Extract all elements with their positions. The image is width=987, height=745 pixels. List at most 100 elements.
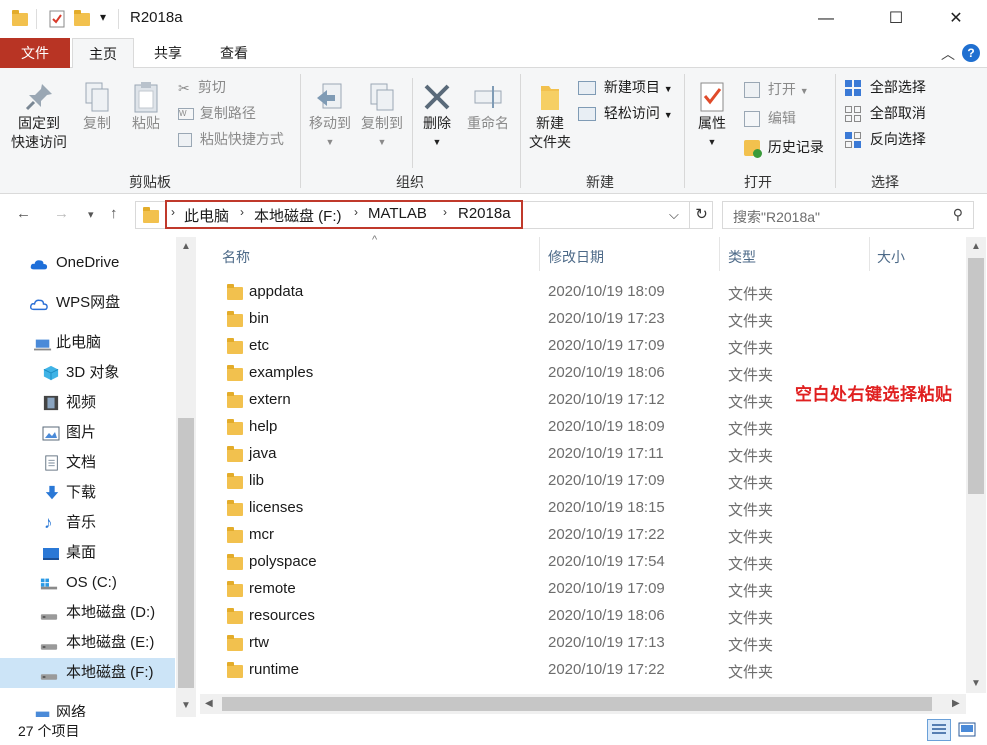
scroll-up-arrow-icon[interactable]: ▲ [181,241,191,252]
new-folder-qat-icon[interactable] [74,10,90,28]
table-row[interactable]: polyspace 2020/10/19 17:54 文件夹 [200,549,965,576]
up-arrow-icon[interactable]: ↑ [110,205,118,222]
tab-view[interactable]: 查看 [206,38,262,68]
open-button[interactable]: 打开 ▼ [744,78,809,100]
paste-shortcut-button[interactable]: 粘贴快捷方式 [178,128,284,150]
chevron-right-icon[interactable]: › [171,205,175,219]
sidebar-item-3d-objects[interactable]: 3D 对象 [0,358,175,388]
maximize-button[interactable]: ☐ [873,0,919,38]
film-icon [43,395,59,411]
table-row[interactable]: mcr 2020/10/19 17:22 文件夹 [200,522,965,549]
properties-button[interactable]: 属性 ▼ [690,80,734,152]
tab-share[interactable]: 共享 [140,38,196,68]
tab-home[interactable]: 主页 [72,38,134,69]
search-input[interactable]: 搜索"R2018a" [733,207,820,227]
refresh-icon[interactable]: ↻ [689,201,713,229]
breadcrumb-matlab[interactable]: MATLAB [368,205,427,222]
file-list-scroll-thumb[interactable] [968,258,984,494]
column-divider[interactable] [539,237,540,271]
divider [412,78,413,168]
back-arrow-icon[interactable]: ← [16,205,31,222]
scroll-down-arrow-icon[interactable]: ▼ [181,700,191,711]
pin-to-quick-access-button[interactable]: 固定到 快速访问 [6,80,72,152]
easy-access-button[interactable]: 轻松访问 ▼ [578,102,673,124]
cut-button[interactable]: ✂ 剪切 [178,76,226,98]
select-all-button[interactable]: 全部选择 [844,76,926,98]
new-item-button[interactable]: 新建项目 ▼ [578,76,673,98]
easy-access-label: 轻松访问 [603,105,660,121]
table-row[interactable]: resources 2020/10/19 18:06 文件夹 [200,603,965,630]
sidebar-item-downloads[interactable]: 下载 [0,478,175,508]
delete-button[interactable]: 删除 ▼ [416,80,458,152]
history-button[interactable]: 历史记录 [744,136,824,159]
table-row[interactable]: appdata 2020/10/19 18:09 文件夹 [200,279,965,306]
sidebar-item-drive-f[interactable]: 本地磁盘 (F:) [0,658,175,688]
sidebar-item-drive-c[interactable]: OS (C:) [0,568,175,598]
table-row[interactable]: bin 2020/10/19 17:23 文件夹 [200,306,965,333]
chevron-right-icon[interactable]: › [354,205,358,219]
sidebar-item-onedrive[interactable]: OneDrive [0,248,175,278]
column-name[interactable]: 名称 [222,247,250,267]
pin-icon [25,84,52,111]
paste-button[interactable]: 粘贴 [124,80,168,133]
table-row[interactable]: java 2020/10/19 17:11 文件夹 [200,441,965,468]
scroll-up-arrow-icon[interactable]: ▲ [971,241,981,252]
column-date-modified[interactable]: 修改日期 [548,247,604,267]
details-view-icon[interactable] [927,719,951,741]
close-button[interactable]: ✕ [933,0,979,38]
new-folder-button[interactable]: 新建 文件夹 [524,80,576,152]
table-row[interactable]: rtw 2020/10/19 17:13 文件夹 [200,630,965,657]
column-type[interactable]: 类型 [728,247,756,267]
breadcrumb-drive-f[interactable]: 本地磁盘 (F:) [254,205,342,226]
invert-selection-button[interactable]: 反向选择 [844,128,926,150]
chevron-right-icon[interactable]: › [240,205,244,219]
table-row[interactable]: remote 2020/10/19 17:09 文件夹 [200,576,965,603]
breadcrumb-this-pc[interactable]: 此电脑 [184,205,229,226]
copy-button[interactable]: 复制 [76,80,118,133]
sidebar-item-videos[interactable]: 视频 [0,388,175,418]
nav-pane-scroll-thumb[interactable] [178,418,194,688]
sidebar-item-this-pc[interactable]: 此电脑 [0,328,175,358]
sidebar-item-network[interactable]: 网络 [0,702,175,717]
column-size[interactable]: 大小 [877,247,905,267]
breadcrumb-r2018a[interactable]: R2018a [458,205,511,222]
move-to-button[interactable]: 移动到 ▼ [304,80,356,152]
sidebar-item-drive-e[interactable]: 本地磁盘 (E:) [0,628,175,658]
column-divider[interactable] [719,237,720,271]
table-row[interactable]: licenses 2020/10/19 18:15 文件夹 [200,495,965,522]
edit-button[interactable]: 编辑 [744,107,796,129]
copy-path-button[interactable]: W 复制路径 [178,102,256,124]
table-row[interactable]: lib 2020/10/19 17:09 文件夹 [200,468,965,495]
qat-dropdown-icon[interactable]: ▾ [100,10,106,24]
sidebar-item-music[interactable]: ♪ 音乐 [0,508,175,538]
select-none-button[interactable]: 全部取消 [844,102,926,124]
table-row[interactable]: help 2020/10/19 18:09 文件夹 [200,414,965,441]
search-icon[interactable]: ⚲ [953,206,963,223]
sidebar-item-wps-drive[interactable]: WPS网盘 [0,288,175,318]
recent-locations-chevron-icon[interactable]: ▾ [88,208,94,221]
address-dropdown-icon[interactable]: ⌵ [669,207,679,223]
scroll-down-arrow-icon[interactable]: ▼ [971,678,981,689]
scroll-right-arrow-icon[interactable]: ▶ [952,698,960,709]
cut-label: 剪切 [197,79,226,95]
copy-to-button[interactable]: 复制到 ▼ [356,80,408,152]
minimize-button[interactable]: — [803,0,849,38]
rename-button[interactable]: 重命名 [462,80,514,133]
column-divider[interactable] [869,237,870,271]
tab-file[interactable]: 文件 [0,38,70,68]
sidebar-item-drive-d[interactable]: 本地磁盘 (D:) [0,598,175,628]
horizontal-scroll-thumb[interactable] [222,697,932,711]
forward-arrow-icon[interactable]: → [54,205,69,222]
sidebar-item-desktop[interactable]: 桌面 [0,538,175,568]
properties-qat-icon[interactable] [48,10,66,28]
sidebar-item-documents[interactable]: 文档 [0,448,175,478]
search-box[interactable]: 搜索"R2018a" ⚲ [722,201,974,229]
help-icon[interactable]: ? [962,44,980,62]
chevron-right-icon[interactable]: › [443,205,447,219]
table-row[interactable]: runtime 2020/10/19 17:22 文件夹 [200,657,965,684]
collapse-ribbon-icon[interactable]: ︿ [941,44,955,64]
table-row[interactable]: etc 2020/10/19 17:09 文件夹 [200,333,965,360]
large-icons-view-icon[interactable] [956,720,978,740]
sidebar-item-pictures[interactable]: 图片 [0,418,175,448]
scroll-left-arrow-icon[interactable]: ◀ [205,698,213,709]
